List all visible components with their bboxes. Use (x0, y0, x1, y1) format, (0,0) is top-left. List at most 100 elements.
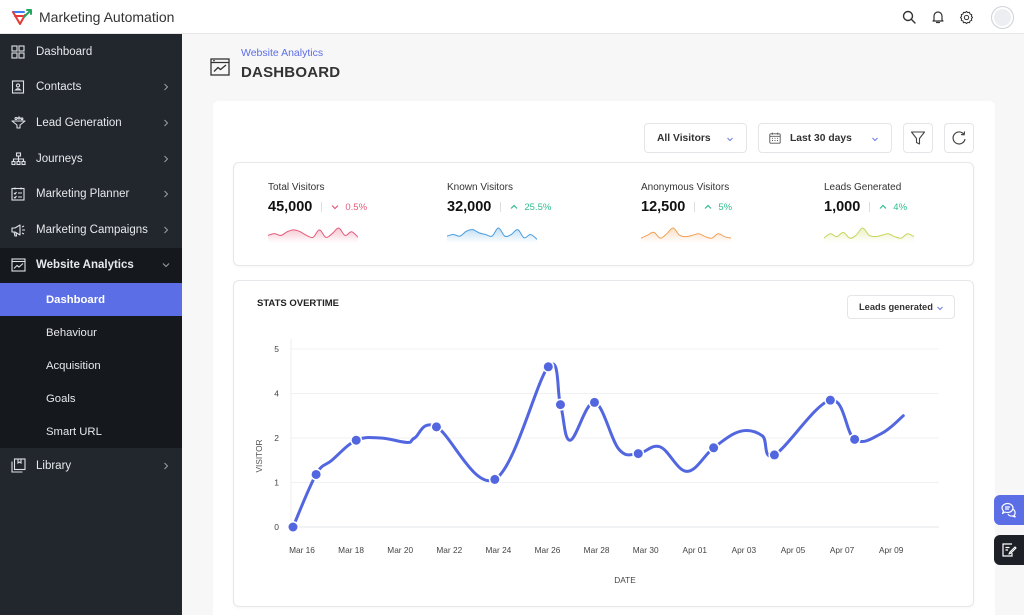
y-tick-label: 2 (274, 433, 279, 443)
data-point (351, 435, 361, 445)
refresh-icon (952, 131, 966, 145)
chat-button[interactable] (994, 495, 1024, 525)
kpi-delta: 5% (704, 202, 732, 213)
filter-icon (910, 131, 926, 145)
data-point (543, 362, 553, 372)
kpi-delta: 0.5% (331, 202, 367, 213)
sidebar-item-label: Marketing Campaigns (36, 223, 148, 236)
data-point (825, 395, 835, 405)
kpi-known-visitors: Known Visitors 32,000 25.5% (447, 182, 551, 243)
sidebar-item-lead-generation[interactable]: Lead Generation (0, 105, 182, 141)
avatar[interactable] (991, 5, 1014, 29)
kpi-delta-value: 5% (718, 201, 733, 213)
sidebar-item-website-analytics[interactable]: Website Analytics (0, 247, 182, 284)
sparkline-area (641, 227, 731, 243)
dashboard-panel: All Visitors Last 30 days Total Visitors… (213, 101, 995, 615)
megaphone-icon (10, 222, 26, 238)
visitors-select[interactable]: All Visitors (644, 123, 747, 153)
x-tick-label: Mar 22 (436, 545, 462, 555)
sidebar-item-label: Marketing Planner (36, 188, 130, 201)
sidebar-item-label: Dashboard (36, 45, 93, 58)
sidebar-item-label: Library (36, 459, 72, 472)
kpi-delta: 4% (879, 202, 907, 213)
app-logo-icon (12, 8, 32, 25)
submenu-item-goals[interactable]: Goals (0, 382, 182, 415)
divider (500, 202, 502, 212)
library-icon (10, 458, 26, 474)
sidebar-item-journeys[interactable]: Journeys (0, 141, 182, 177)
chevron-right-icon (164, 462, 169, 470)
data-point (490, 474, 500, 484)
sidebar-item-marketing-planner[interactable]: Marketing Planner (0, 176, 182, 212)
chevron-right-icon (164, 84, 169, 91)
search-icon[interactable] (900, 9, 917, 26)
page-header: Website Analytics DASHBOARD (210, 47, 340, 81)
chevron-right-icon (164, 119, 169, 127)
sidebar-item-label: Lead Generation (36, 116, 122, 129)
notes-button[interactable] (994, 535, 1024, 565)
divider (869, 202, 871, 212)
stats-line-chart: 0 1 2 4 5 Mar 16 Mar 18 Mar 20 Mar 22 Mar 24 Mar 2… (254, 339, 939, 585)
kpi-value: 32,000 (447, 199, 492, 215)
kpi-value: 1,000 (824, 199, 861, 215)
trend-up-icon (510, 204, 518, 209)
planner-icon (10, 186, 26, 202)
x-tick-label: Apr 03 (732, 545, 757, 555)
app-title: Marketing Automation (39, 8, 175, 25)
submenu-item-behaviour[interactable]: Behaviour (0, 316, 182, 349)
kpi-label: Anonymous Visitors (641, 182, 730, 193)
refresh-button[interactable] (944, 123, 974, 153)
chevron-down-icon (872, 137, 878, 142)
filter-button[interactable] (903, 123, 933, 153)
stats-overtime-card: STATS OVERTIME Leads generated 0 1 2 4 5 Mar … (233, 280, 974, 607)
kpi-delta: 25.5% (510, 202, 551, 213)
y-axis-label: VISITOR (254, 439, 264, 472)
x-tick-label: Apr 05 (781, 545, 806, 555)
grid-icon (10, 44, 26, 60)
x-tick-label: Mar 28 (584, 545, 610, 555)
date-range-select[interactable]: Last 30 days (758, 123, 892, 153)
bell-icon[interactable] (929, 9, 946, 26)
data-point (769, 450, 779, 460)
kpi-anonymous-visitors: Anonymous Visitors 12,500 5% (641, 182, 732, 243)
kpi-summary-card: Total Visitors 45,000 0.5% Known Visitor… (233, 162, 974, 266)
x-tick-label: Mar 20 (387, 545, 413, 555)
kpi-value: 12,500 (641, 199, 686, 215)
submenu-item-dashboard[interactable]: Dashboard (0, 283, 182, 317)
sidebar-item-contacts[interactable]: Contacts (0, 70, 182, 106)
contact-card-icon (10, 79, 26, 95)
data-point (431, 422, 441, 432)
chevron-down-icon (162, 263, 170, 268)
funnel-icon (10, 115, 26, 131)
analytics-icon (210, 58, 230, 76)
filter-bar: All Visitors Last 30 days (644, 123, 974, 153)
sidebar-item-library[interactable]: Library (0, 448, 182, 484)
sidebar: Dashboard Contacts Lead Generation Journ… (0, 34, 182, 615)
x-axis-label: DATE (614, 575, 636, 585)
top-bar: Marketing Automation (0, 0, 1024, 34)
sidebar-item-label: Journeys (36, 152, 83, 165)
y-tick-label: 5 (274, 344, 279, 354)
x-tick-label: Mar 18 (338, 545, 364, 555)
data-point (709, 443, 719, 453)
kpi-value: 45,000 (268, 199, 313, 215)
sidebar-item-dashboard[interactable]: Dashboard (0, 34, 182, 70)
sidebar-item-marketing-campaigns[interactable]: Marketing Campaigns (0, 212, 182, 248)
submenu-item-acquisition[interactable]: Acquisition (0, 349, 182, 382)
breadcrumb[interactable]: Website Analytics (241, 47, 340, 59)
website-analytics-submenu: Dashboard Behaviour Acquisition Goals Sm… (0, 283, 182, 449)
series-line (291, 362, 905, 529)
kpi-leads-generated: Leads Generated 1,000 4% (824, 182, 914, 243)
data-point (633, 449, 643, 459)
hierarchy-icon (10, 151, 26, 167)
y-tick-label: 1 (274, 478, 279, 488)
submenu-item-smart-url[interactable]: Smart URL (0, 415, 182, 448)
data-point (589, 397, 599, 407)
chevron-right-icon (164, 226, 169, 234)
trend-down-icon (331, 205, 339, 210)
x-tick-label: Apr 07 (830, 545, 855, 555)
trend-up-icon (879, 204, 887, 209)
kpi-delta-value: 4% (893, 201, 908, 213)
gear-icon[interactable] (958, 9, 975, 26)
brand[interactable]: Marketing Automation (11, 8, 174, 26)
